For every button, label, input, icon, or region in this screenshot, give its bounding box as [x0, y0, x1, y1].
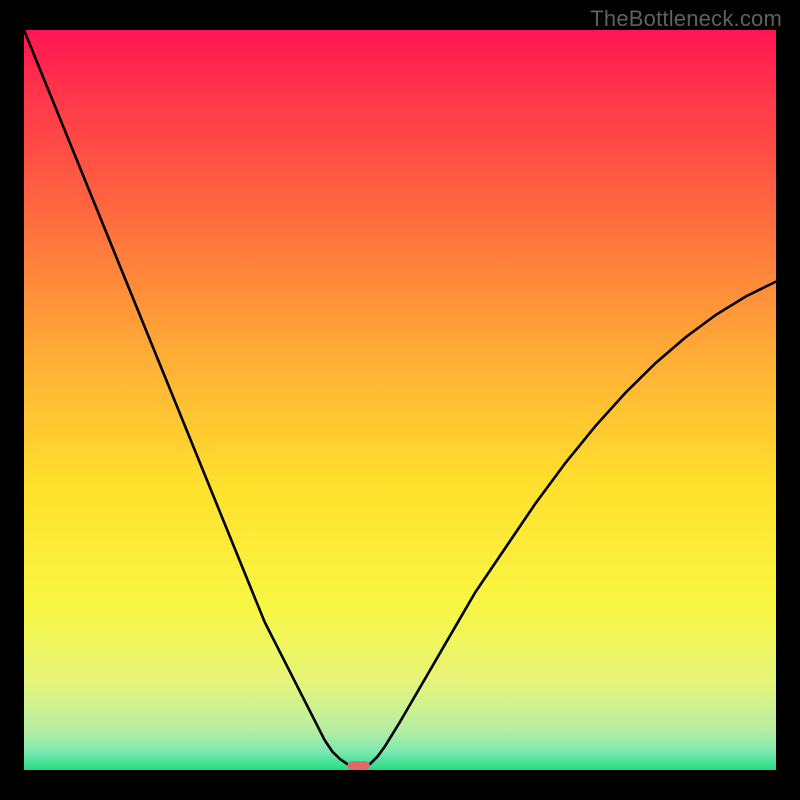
- chart-frame: TheBottleneck.com: [0, 0, 800, 800]
- gradient-background: [24, 30, 776, 770]
- watermark-text: TheBottleneck.com: [590, 6, 782, 32]
- dip-marker: [347, 761, 370, 770]
- bottleneck-chart: [24, 30, 776, 770]
